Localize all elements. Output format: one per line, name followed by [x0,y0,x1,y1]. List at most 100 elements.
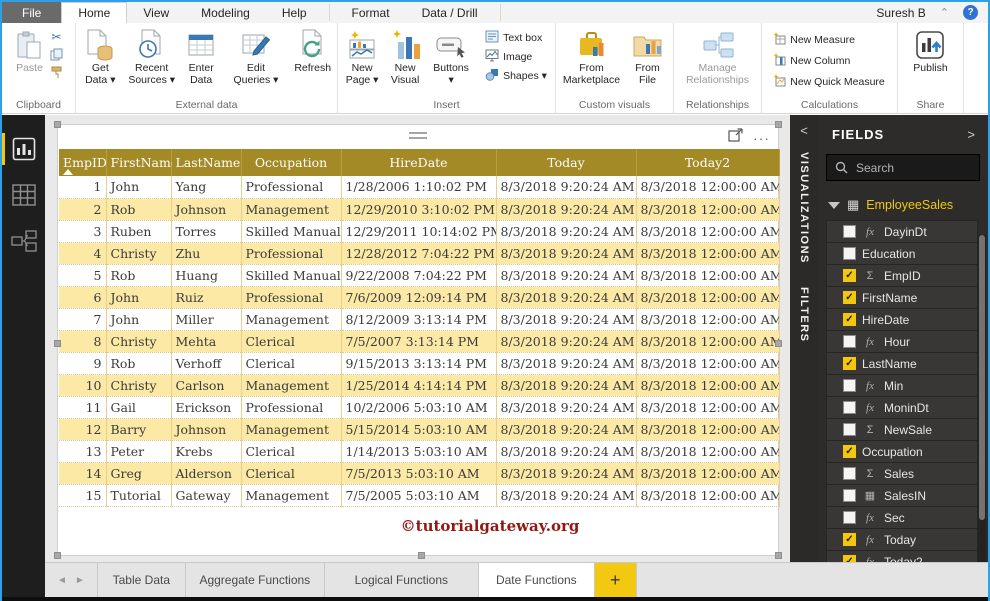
enter-data-button[interactable]: Enter Data [181,27,222,87]
table-visual[interactable]: ··· EmpID FirstName LastName Occupation Hire… [54,121,782,559]
menu-tab-help[interactable]: Help [266,2,323,23]
page-tab-date-functions[interactable]: Date Functions [478,563,595,597]
new-visual-button[interactable]: New Visual [384,27,426,87]
field-item-empid[interactable]: ✓ Σ EmpID [826,264,978,286]
search-input[interactable] [856,160,966,175]
field-checkbox-unchecked[interactable] [843,401,856,414]
resize-handle[interactable] [54,552,61,559]
resize-handle[interactable] [775,552,782,559]
publish-button[interactable]: Publish [910,27,950,75]
previous-page-icon[interactable]: ◄ [57,575,67,586]
field-item-hour[interactable]: fx Hour [826,330,978,352]
resize-handle[interactable] [54,340,61,347]
page-tab-aggregate-functions[interactable]: Aggregate Functions [186,563,325,597]
manage-relationships-button[interactable]: Manage Relationships [679,27,757,87]
page-tab-table-data[interactable]: Table Data [96,563,186,597]
collapse-ribbon-icon[interactable]: ⌃ [940,6,949,19]
field-item-dayindt[interactable]: fx DayinDt [826,220,978,242]
text-box-button[interactable]: Text box [485,30,547,46]
column-header-firstname[interactable]: FirstName [106,149,178,176]
from-file-button[interactable]: From File [626,27,670,87]
image-button[interactable]: Image [485,49,547,65]
field-checkbox-unchecked[interactable] [843,467,856,480]
new-page-button[interactable]: New Page ▾ [342,27,382,87]
field-item-occupation[interactable]: ✓ Occupation [826,440,978,462]
field-checkbox-checked[interactable]: ✓ [843,445,856,458]
column-header-lastname[interactable]: LastName [171,149,242,176]
field-checkbox-unchecked[interactable] [843,335,856,348]
fields-scrollbar[interactable] [978,235,986,583]
field-item-sales[interactable]: Σ Sales [826,462,978,484]
data-view-button[interactable] [2,175,45,215]
new-page-tab-button[interactable]: + [594,563,637,597]
refresh-button[interactable]: Refresh [290,27,335,75]
paste-button[interactable]: Paste [13,27,47,75]
buttons-button[interactable]: Buttons ▾ [428,27,474,87]
edit-queries-button[interactable]: Edit Queries ▾ [231,27,282,87]
focus-mode-icon[interactable] [728,128,743,147]
column-header-today[interactable]: Today [496,149,637,176]
menu-tab-file[interactable]: File [2,2,62,23]
model-view-button[interactable] [2,221,45,261]
get-data-button[interactable]: Get Data ▾ [78,27,123,87]
report-view-button[interactable] [2,129,45,169]
menu-tab-format[interactable]: Format [336,2,406,23]
expand-pane-icon[interactable]: < [790,115,818,152]
menu-tab-home[interactable]: Home [61,2,128,23]
filters-pane-collapsed[interactable]: FILTERS [798,287,810,343]
field-checkbox-unchecked[interactable] [843,511,856,524]
menu-tab-modeling[interactable]: Modeling [185,2,266,23]
field-item-monindt[interactable]: fx MoninDt [826,396,978,418]
field-item-salesin[interactable]: ▦ SalesIN [826,484,978,506]
visual-drag-handle[interactable] [409,129,427,139]
field-checkbox-unchecked[interactable] [843,225,856,238]
next-page-icon[interactable]: ► [75,575,85,586]
field-checkbox-checked[interactable]: ✓ [843,313,856,326]
field-checkbox-checked[interactable]: ✓ [843,533,856,546]
scrollbar-thumb[interactable] [979,235,985,521]
field-checkbox-unchecked[interactable] [843,247,856,260]
from-marketplace-button[interactable]: From Marketplace [560,27,624,87]
new-quick-measure-button[interactable]: New Quick Measure [772,74,885,90]
field-item-sec[interactable]: fx Sec [826,506,978,528]
resize-handle[interactable] [418,552,425,559]
field-checkbox-checked[interactable]: ✓ [843,357,856,370]
field-checkbox-unchecked[interactable] [843,423,856,436]
field-item-education[interactable]: Education [826,242,978,264]
resize-handle[interactable] [54,121,61,128]
field-checkbox-checked[interactable]: ✓ [843,269,856,282]
page-tab-logical-functions[interactable]: Logical Functions [325,563,479,597]
field-item-newsale[interactable]: Σ NewSale [826,418,978,440]
cut-icon[interactable]: ✂ [49,29,65,44]
report-canvas[interactable]: ··· EmpID FirstName LastName Occupation Hire… [45,115,790,562]
column-header-occupation[interactable]: Occupation [241,149,342,176]
field-item-firstname[interactable]: ✓ FirstName [826,286,978,308]
column-header-today2[interactable]: Today2 [636,149,780,176]
resize-handle[interactable] [775,340,782,347]
signed-in-user[interactable]: Suresh B [876,6,925,20]
visualizations-pane-collapsed[interactable]: VISUALIZATIONS [798,152,810,264]
copy-icon[interactable] [49,47,65,62]
collapse-pane-icon[interactable]: > [967,127,976,142]
column-header-hiredate[interactable]: HireDate [341,149,497,176]
new-measure-button[interactable]: New Measure [772,32,885,48]
format-painter-icon[interactable] [49,65,65,80]
recent-sources-button[interactable]: Recent Sources ▾ [125,27,179,87]
field-item-today[interactable]: ✓ fx Today [826,528,978,550]
collapse-table-icon[interactable] [828,201,840,209]
field-checkbox-unchecked[interactable] [843,379,856,392]
fields-table-employeesales[interactable]: ▦ EmployeeSales [818,191,988,220]
new-column-button[interactable]: New Column [772,53,885,69]
column-header-empid[interactable]: EmpID [59,149,107,176]
help-icon[interactable]: ? [963,5,978,20]
field-item-min[interactable]: fx Min [826,374,978,396]
shapes-button[interactable]: Shapes ▾ [485,68,547,84]
menu-tab-data-drill[interactable]: Data / Drill [406,2,494,23]
field-item-hiredate[interactable]: ✓ HireDate [826,308,978,330]
field-checkbox-unchecked[interactable] [843,489,856,502]
menu-tab-view[interactable]: View [127,2,185,23]
field-search-box[interactable] [826,154,980,181]
field-checkbox-checked[interactable]: ✓ [843,291,856,304]
field-item-lastname[interactable]: ✓ LastName [826,352,978,374]
more-options-icon[interactable]: ··· [753,131,770,145]
